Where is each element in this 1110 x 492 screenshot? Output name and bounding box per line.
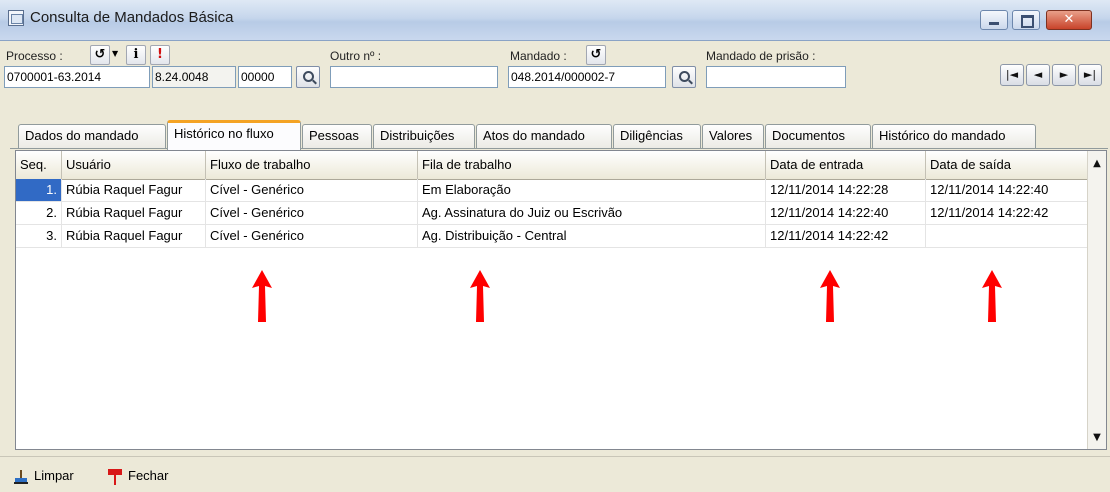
- tab-historico-no-fluxo[interactable]: Histórico no fluxo: [167, 120, 301, 150]
- mandado-undo-icon[interactable]: ↺: [586, 45, 606, 65]
- next-record-button[interactable]: ►: [1052, 64, 1076, 86]
- processo-search-button[interactable]: [296, 66, 320, 88]
- cell-data-entrada[interactable]: 12/11/2014 14:22:42: [766, 225, 926, 247]
- cell-usuario[interactable]: Rúbia Raquel Fagur: [62, 202, 206, 224]
- fechar-button[interactable]: Fechar: [128, 468, 168, 483]
- last-record-button[interactable]: ►|: [1078, 64, 1102, 86]
- cell-seq[interactable]: 3.: [16, 225, 62, 247]
- mandado-label: Mandado :: [510, 49, 567, 63]
- cell-data-entrada[interactable]: 12/11/2014 14:22:28: [766, 179, 926, 201]
- cell-seq[interactable]: 1.: [16, 179, 62, 201]
- alert-icon[interactable]: !: [150, 45, 170, 65]
- scroll-down-icon[interactable]: ▼: [1088, 429, 1106, 447]
- maximize-button[interactable]: [1012, 10, 1040, 30]
- vertical-scrollbar[interactable]: ▲ ▼: [1087, 151, 1106, 449]
- footer-divider: [0, 456, 1110, 457]
- tab-pessoas[interactable]: Pessoas: [302, 124, 372, 148]
- previous-record-button[interactable]: ◄: [1026, 64, 1050, 86]
- cell-fila[interactable]: Ag. Distribuição - Central: [418, 225, 766, 247]
- app-window-icon: [8, 10, 24, 26]
- dropdown-arrow-icon[interactable]: ▼: [112, 49, 118, 58]
- mandado-prisao-field[interactable]: [706, 66, 846, 88]
- close-button[interactable]: ✕: [1046, 10, 1092, 30]
- info-icon[interactable]: i: [126, 45, 146, 65]
- table-row[interactable]: 1. Rúbia Raquel Fagur Cível - Genérico E…: [16, 179, 1090, 202]
- first-record-button[interactable]: |◄: [1000, 64, 1024, 86]
- cell-usuario[interactable]: Rúbia Raquel Fagur: [62, 179, 206, 201]
- column-header-fila[interactable]: Fila de trabalho: [418, 151, 766, 179]
- table-row[interactable]: 2. Rúbia Raquel Fagur Cível - Genérico A…: [16, 202, 1090, 225]
- cell-fluxo[interactable]: Cível - Genérico: [206, 202, 418, 224]
- annotation-arrow-icon: [820, 270, 840, 322]
- cell-data-saida[interactable]: 12/11/2014 14:22:40: [926, 179, 1090, 201]
- cell-fila[interactable]: Em Elaboração: [418, 179, 766, 201]
- annotation-arrow-icon: [982, 270, 1002, 322]
- tab-distribuicoes[interactable]: Distribuições: [373, 124, 475, 148]
- annotation-arrow-icon: [470, 270, 490, 322]
- tab-valores[interactable]: Valores: [702, 124, 764, 148]
- tab-diligencias[interactable]: Diligências: [613, 124, 701, 148]
- window: Consulta de Mandados Básica ✕ Processo :…: [0, 0, 1110, 492]
- prisao-label: Mandado de prisão :: [706, 49, 816, 63]
- cell-data-saida[interactable]: 12/11/2014 14:22:42: [926, 202, 1090, 224]
- history-grid[interactable]: Seq. Usuário Fluxo de trabalho Fila de t…: [15, 150, 1107, 450]
- processo-origin-field[interactable]: 00000: [238, 66, 292, 88]
- column-header-data-entrada[interactable]: Data de entrada: [766, 151, 926, 179]
- close-icon: ✕: [1063, 12, 1075, 27]
- processo-label: Processo :: [6, 49, 63, 63]
- tab-atos-do-mandado[interactable]: Atos do mandado: [476, 124, 612, 148]
- exit-sign-icon[interactable]: [108, 469, 122, 485]
- undo-icon[interactable]: ↺: [90, 45, 110, 65]
- minimize-button[interactable]: [980, 10, 1008, 30]
- cell-seq[interactable]: 2.: [16, 202, 62, 224]
- grid-header: Seq. Usuário Fluxo de trabalho Fila de t…: [16, 151, 1090, 180]
- cell-fila[interactable]: Ag. Assinatura do Juiz ou Escrivão: [418, 202, 766, 224]
- cell-fluxo[interactable]: Cível - Genérico: [206, 179, 418, 201]
- column-header-usuario[interactable]: Usuário: [62, 151, 206, 179]
- mandado-search-button[interactable]: [672, 66, 696, 88]
- window-title: Consulta de Mandados Básica: [30, 9, 234, 26]
- mandado-field[interactable]: 048.2014/000002-7: [508, 66, 666, 88]
- search-icon: [679, 71, 690, 82]
- column-header-data-saida[interactable]: Data de saída: [926, 151, 1090, 179]
- annotation-arrow-icon: [252, 270, 272, 322]
- search-icon: [303, 71, 314, 82]
- processo-court-field[interactable]: 8.24.0048: [152, 66, 236, 88]
- outro-label: Outro nº :: [330, 49, 382, 63]
- column-header-seq[interactable]: Seq.: [16, 151, 62, 179]
- cell-fluxo[interactable]: Cível - Genérico: [206, 225, 418, 247]
- outro-numero-field[interactable]: [330, 66, 498, 88]
- processo-number-field[interactable]: 0700001-63.2014: [4, 66, 150, 88]
- cell-usuario[interactable]: Rúbia Raquel Fagur: [62, 225, 206, 247]
- cell-data-saida[interactable]: [926, 225, 1090, 247]
- tab-documentos[interactable]: Documentos: [765, 124, 871, 148]
- limpar-button[interactable]: Limpar: [34, 468, 74, 483]
- table-row[interactable]: 3. Rúbia Raquel Fagur Cível - Genérico A…: [16, 225, 1090, 248]
- cell-data-entrada[interactable]: 12/11/2014 14:22:40: [766, 202, 926, 224]
- broom-icon[interactable]: [14, 470, 28, 484]
- tab-dados-do-mandado[interactable]: Dados do mandado: [18, 124, 166, 148]
- title-bar[interactable]: Consulta de Mandados Básica ✕: [0, 0, 1110, 41]
- scroll-up-icon[interactable]: ▲: [1088, 155, 1106, 173]
- column-header-fluxo[interactable]: Fluxo de trabalho: [206, 151, 418, 179]
- tab-historico-do-mandado[interactable]: Histórico do mandado: [872, 124, 1036, 148]
